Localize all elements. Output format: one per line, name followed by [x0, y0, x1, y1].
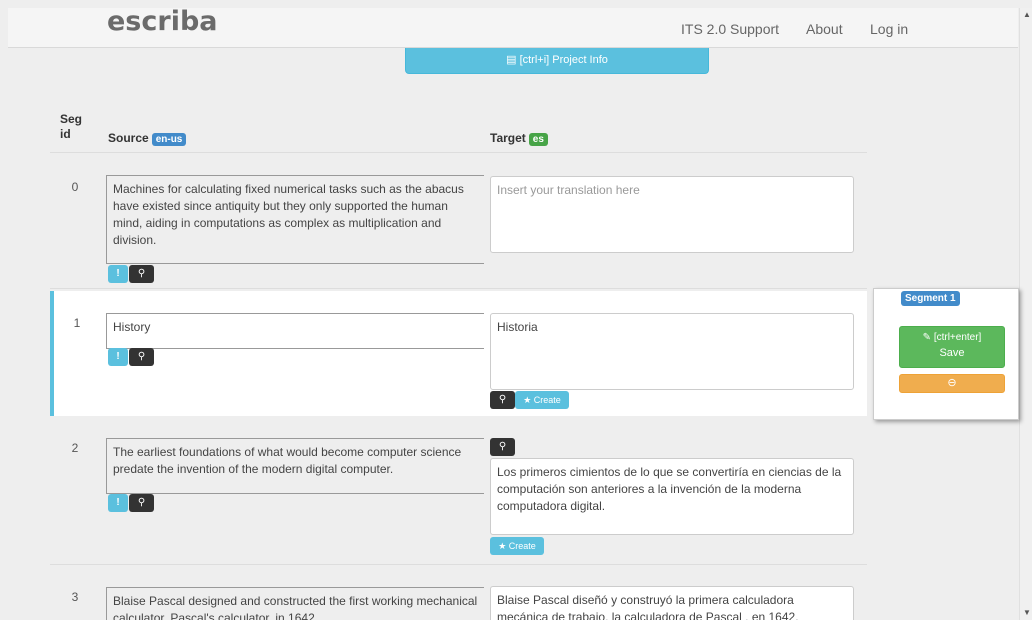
segment-id: 2 [71, 441, 79, 455]
vertical-scrollbar[interactable]: ▲ ▼ [1019, 8, 1032, 620]
header-divider [50, 152, 867, 153]
segment-label-badge: Segment 1 [901, 291, 960, 306]
nav-link-login[interactable]: Log in [870, 21, 908, 37]
seg-id-header-line1: Seg [60, 112, 83, 126]
nav-link-about[interactable]: About [806, 21, 843, 37]
search-icon: ⚲ [137, 497, 146, 508]
target-input[interactable]: Blaise Pascal diseñó y construyó la prim… [490, 586, 854, 620]
save-button[interactable]: ✎ [ctrl+enter] Save [899, 326, 1005, 368]
create-label: Create [533, 395, 561, 405]
target-input[interactable]: Insert your translation here [490, 176, 854, 253]
target-header: Target es [490, 131, 548, 146]
scroll-up-arrow-icon[interactable]: ▲ [1023, 10, 1031, 19]
source-lang-badge: en-us [151, 133, 187, 146]
navbar: escriba ITS 2.0 Support About Log in [8, 6, 1018, 48]
search-icon-button[interactable]: ⚲ [490, 438, 515, 456]
app-window: escriba ITS 2.0 Support About Log in ▲ ▼… [0, 0, 1032, 620]
create-label: Create [508, 541, 536, 551]
info-icon-button[interactable]: ! [108, 265, 128, 283]
search-icon-button[interactable]: ⚲ [129, 348, 154, 366]
info-icon-button[interactable]: ! [108, 494, 128, 512]
search-icon-button[interactable]: ⚲ [129, 265, 154, 283]
info-icon: ! [116, 497, 120, 508]
source-text: History [106, 313, 484, 349]
save-shortcut: [ctrl+enter] [933, 332, 982, 343]
source-text: The earliest foundations of what would b… [106, 438, 484, 494]
minus-circle-icon: ⊖ [947, 377, 957, 389]
seg-id-header: Seg id [60, 112, 82, 142]
project-info-label: [ctrl+i] Project Info [519, 54, 608, 66]
star-icon: ★ [498, 541, 507, 551]
segment-id: 3 [71, 590, 79, 604]
pencil-icon: ✎ [922, 332, 932, 343]
source-text: Machines for calculating fixed numerical… [106, 175, 484, 264]
search-icon: ⚲ [498, 394, 507, 405]
segment-id: 1 [73, 316, 81, 330]
search-icon-button[interactable]: ⚲ [129, 494, 154, 512]
source-header: Source en-us [108, 131, 187, 146]
save-label: Save [939, 347, 965, 359]
target-input[interactable]: Historia [490, 313, 854, 390]
nav-link-its-support[interactable]: ITS 2.0 Support [681, 21, 779, 37]
list-icon: ▤ [506, 54, 517, 66]
scroll-down-arrow-icon[interactable]: ▼ [1023, 608, 1031, 617]
seg-id-header-line2: id [60, 127, 71, 141]
search-icon: ⚲ [137, 268, 146, 279]
target-input[interactable]: Los primeros cimientos de lo que se conv… [490, 458, 854, 535]
project-info-button[interactable]: ▤ [ctrl+i] Project Info [405, 48, 709, 74]
target-lang-badge: es [528, 133, 548, 146]
source-header-label: Source [108, 131, 149, 145]
segment-id: 0 [71, 180, 79, 194]
row-divider [50, 288, 867, 289]
target-header-label: Target [490, 131, 526, 145]
info-icon: ! [116, 351, 120, 362]
star-icon: ★ [523, 395, 532, 405]
info-icon-button[interactable]: ! [108, 348, 128, 366]
search-icon-button[interactable]: ⚲ [490, 391, 515, 409]
create-button[interactable]: ★ Create [515, 391, 569, 409]
discard-button[interactable]: ⊖ [899, 374, 1005, 393]
search-icon: ⚲ [137, 351, 146, 362]
info-icon: ! [116, 268, 120, 279]
search-icon: ⚲ [498, 441, 507, 452]
segment-action-panel: Segment 1 ✎ [ctrl+enter] Save ⊖ [873, 288, 1019, 420]
create-button[interactable]: ★ Create [490, 537, 544, 555]
brand-logo[interactable]: escriba [107, 6, 218, 37]
row-divider [50, 564, 867, 565]
source-text: Blaise Pascal designed and constructed t… [106, 587, 484, 620]
